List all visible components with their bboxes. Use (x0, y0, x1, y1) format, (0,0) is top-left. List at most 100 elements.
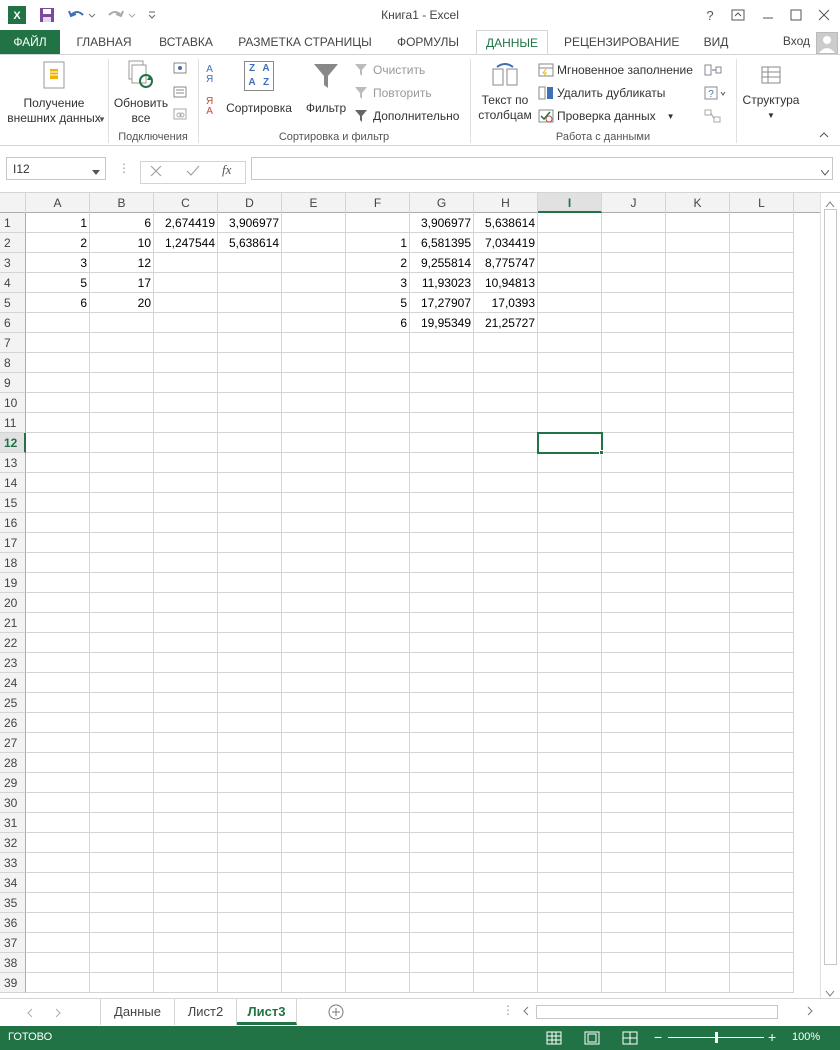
tab-split-handle-icon[interactable]: ⋮ (502, 1003, 514, 1017)
cell-k25[interactable] (666, 693, 730, 713)
cell-e22[interactable] (282, 633, 346, 653)
cell-l26[interactable] (730, 713, 794, 733)
tab-page-layout[interactable]: РАЗМЕТКА СТРАНИЦЫ (232, 30, 378, 54)
cell-b17[interactable] (90, 533, 154, 553)
cell-k14[interactable] (666, 473, 730, 493)
cell-h23[interactable] (474, 653, 538, 673)
cell-h16[interactable] (474, 513, 538, 533)
cell-d30[interactable] (218, 793, 282, 813)
cell-l35[interactable] (730, 893, 794, 913)
cell-f32[interactable] (346, 833, 410, 853)
cell-b6[interactable] (90, 313, 154, 333)
name-box-chevron-icon[interactable] (92, 165, 100, 179)
cell-b4[interactable]: 17 (90, 273, 154, 293)
cell-d15[interactable] (218, 493, 282, 513)
cell-c22[interactable] (154, 633, 218, 653)
cell-j33[interactable] (602, 853, 666, 873)
undo-icon[interactable] (66, 5, 98, 25)
redo-icon[interactable] (106, 5, 138, 25)
what-if-analysis-icon[interactable]: ? (704, 86, 728, 100)
cell-l19[interactable] (730, 573, 794, 593)
cell-k9[interactable] (666, 373, 730, 393)
cell-a33[interactable] (26, 853, 90, 873)
name-box[interactable]: I12 (6, 157, 106, 180)
cell-j29[interactable] (602, 773, 666, 793)
cell-h13[interactable] (474, 453, 538, 473)
column-header[interactable]: B (90, 193, 154, 213)
cell-k29[interactable] (666, 773, 730, 793)
cell-b3[interactable]: 12 (90, 253, 154, 273)
cell-d36[interactable] (218, 913, 282, 933)
outline-button[interactable]: Структура ▼ (740, 61, 802, 131)
cell-e27[interactable] (282, 733, 346, 753)
cell-a1[interactable]: 1 (26, 213, 90, 233)
cell-f3[interactable]: 2 (346, 253, 410, 273)
cell-c38[interactable] (154, 953, 218, 973)
cell-k16[interactable] (666, 513, 730, 533)
cell-k19[interactable] (666, 573, 730, 593)
cell-i8[interactable] (538, 353, 602, 373)
cell-j13[interactable] (602, 453, 666, 473)
cell-b20[interactable] (90, 593, 154, 613)
cell-a25[interactable] (26, 693, 90, 713)
cell-c1[interactable]: 2,674419 (154, 213, 218, 233)
cell-d38[interactable] (218, 953, 282, 973)
cell-k33[interactable] (666, 853, 730, 873)
cell-e12[interactable] (282, 433, 346, 453)
cell-c34[interactable] (154, 873, 218, 893)
cell-b9[interactable] (90, 373, 154, 393)
cell-a34[interactable] (26, 873, 90, 893)
cell-j26[interactable] (602, 713, 666, 733)
row-header[interactable]: 9 (0, 373, 26, 393)
column-header[interactable]: D (218, 193, 282, 213)
cell-g6[interactable]: 19,95349 (410, 313, 474, 333)
cell-i1[interactable] (538, 213, 602, 233)
cell-j20[interactable] (602, 593, 666, 613)
cell-i21[interactable] (538, 613, 602, 633)
cell-l14[interactable] (730, 473, 794, 493)
cell-e19[interactable] (282, 573, 346, 593)
cell-a11[interactable] (26, 413, 90, 433)
cell-d33[interactable] (218, 853, 282, 873)
cell-d9[interactable] (218, 373, 282, 393)
cell-c12[interactable] (154, 433, 218, 453)
sheet-tab-data[interactable]: Данные (101, 999, 175, 1025)
cell-c26[interactable] (154, 713, 218, 733)
cell-e15[interactable] (282, 493, 346, 513)
cell-c37[interactable] (154, 933, 218, 953)
cell-g36[interactable] (410, 913, 474, 933)
row-header[interactable]: 32 (0, 833, 26, 853)
cell-j16[interactable] (602, 513, 666, 533)
row-header[interactable]: 15 (0, 493, 26, 513)
cell-a35[interactable] (26, 893, 90, 913)
cell-f13[interactable] (346, 453, 410, 473)
cell-g37[interactable] (410, 933, 474, 953)
cell-k11[interactable] (666, 413, 730, 433)
cell-c5[interactable] (154, 293, 218, 313)
cell-d29[interactable] (218, 773, 282, 793)
cell-b23[interactable] (90, 653, 154, 673)
tab-formulas[interactable]: ФОРМУЛЫ (390, 30, 466, 54)
cell-b27[interactable] (90, 733, 154, 753)
cell-a7[interactable] (26, 333, 90, 353)
cell-h1[interactable]: 5,638614 (474, 213, 538, 233)
cell-b13[interactable] (90, 453, 154, 473)
filter-button[interactable]: Фильтр (298, 61, 354, 131)
cell-c13[interactable] (154, 453, 218, 473)
tab-insert[interactable]: ВСТАВКА (150, 30, 222, 54)
cell-i9[interactable] (538, 373, 602, 393)
cell-g2[interactable]: 6,581395 (410, 233, 474, 253)
cell-a10[interactable] (26, 393, 90, 413)
cell-k10[interactable] (666, 393, 730, 413)
cell-d12[interactable] (218, 433, 282, 453)
cell-g3[interactable]: 9,255814 (410, 253, 474, 273)
cell-a32[interactable] (26, 833, 90, 853)
properties-icon[interactable] (172, 85, 188, 99)
cell-i18[interactable] (538, 553, 602, 573)
cell-g27[interactable] (410, 733, 474, 753)
cell-i28[interactable] (538, 753, 602, 773)
connections-icon[interactable] (172, 61, 188, 75)
cell-h25[interactable] (474, 693, 538, 713)
cell-d11[interactable] (218, 413, 282, 433)
cell-g16[interactable] (410, 513, 474, 533)
